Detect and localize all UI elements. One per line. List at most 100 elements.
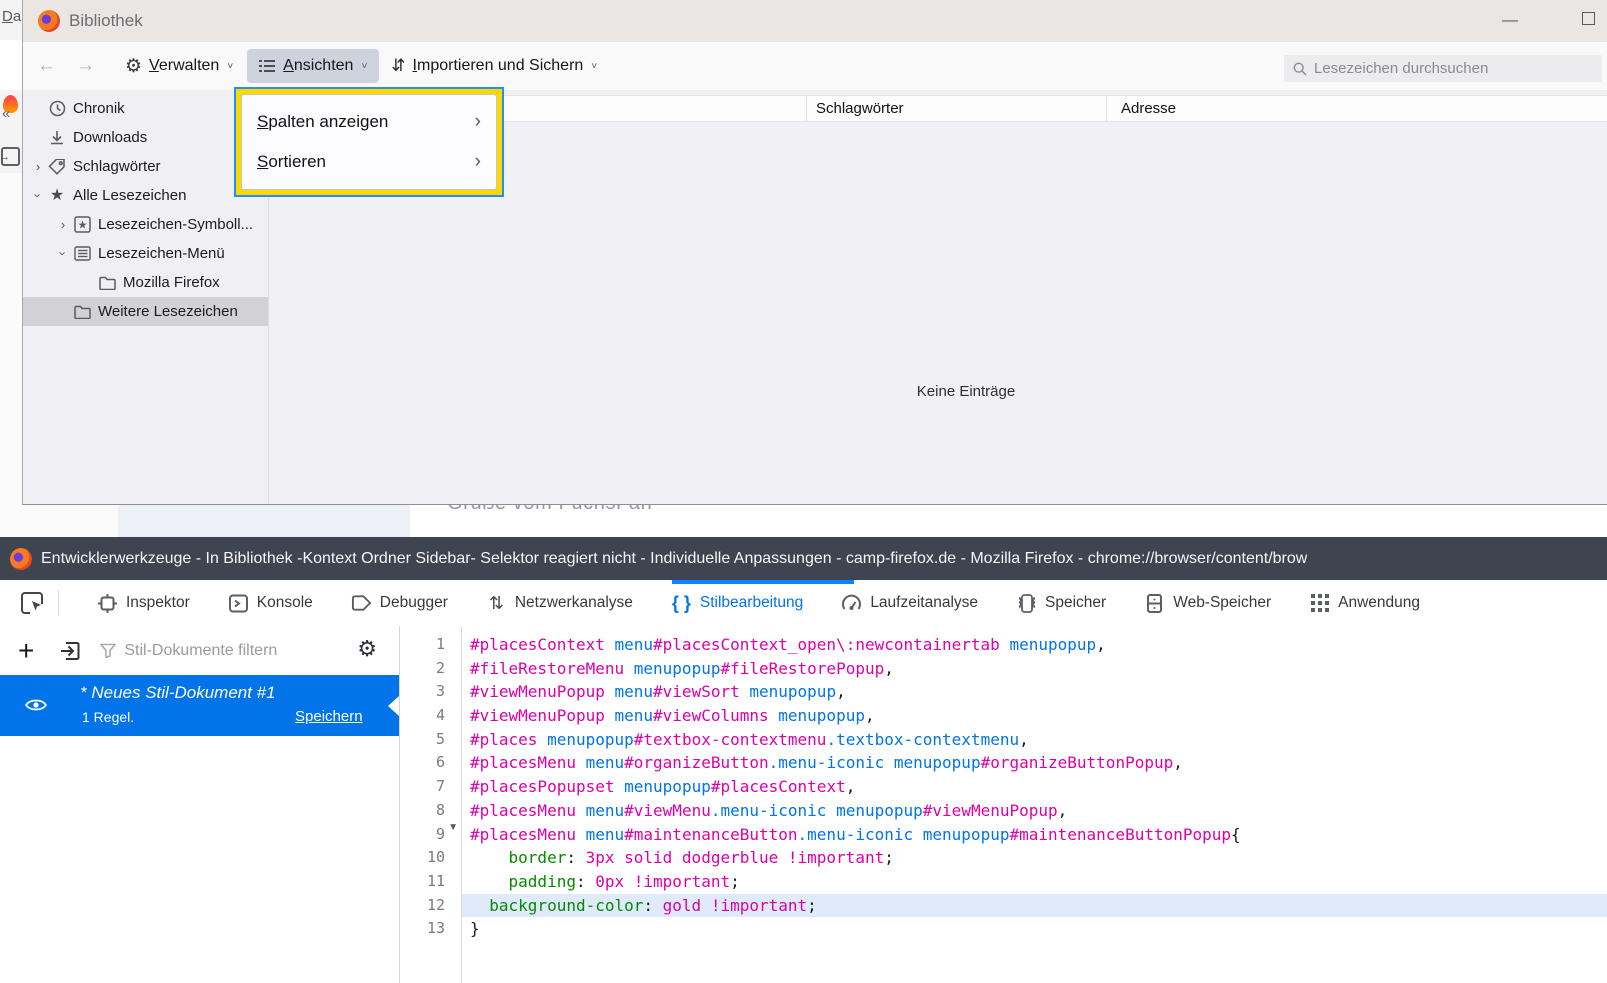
sidebar-collapse-icon[interactable]: «: [2, 105, 10, 122]
search-input[interactable]: Lesezeichen durchsuchen: [1284, 55, 1602, 82]
column-header-tags[interactable]: Schlagwörter: [816, 100, 904, 117]
devtools-titlebar[interactable]: Entwicklerwerkzeuge - In Bibliothek -Kon…: [0, 537, 1607, 580]
code-line-9[interactable]: #placesMenu menu#maintenanceButton.menu-…: [462, 823, 1607, 847]
code-line-4[interactable]: #viewMenuPopup menu#viewColumns menupopu…: [462, 704, 1607, 728]
views-button[interactable]: Ansichten ˅: [247, 49, 379, 83]
style-editor-toolbar: + Stil-Dokumente filtern ⚙: [0, 626, 399, 675]
column-divider[interactable]: [806, 96, 807, 121]
code-token: [576, 753, 586, 772]
code-line-10[interactable]: border: 3px solid dodgerblue !important;: [462, 846, 1607, 870]
line-number[interactable]: 7: [400, 775, 461, 799]
line-number[interactable]: 6: [400, 751, 461, 775]
tab-netzwerkanalyse[interactable]: ⇅Netzwerkanalyse: [486, 593, 633, 614]
code-line-12[interactable]: background-color: gold !important;: [462, 894, 1607, 918]
background-browser-strip: Da « →: [0, 0, 22, 505]
code-line-8[interactable]: #placesMenu menu#viewMenu.menu-iconic me…: [462, 799, 1607, 823]
sidebar-item-chronik[interactable]: Chronik: [23, 94, 268, 123]
code-line-1[interactable]: #placesContext menu#placesContext_open\:…: [462, 633, 1607, 657]
code-token: padding: [509, 872, 576, 891]
tab-label: Anwendung: [1338, 594, 1420, 612]
sidebar-item-schlagw-rter[interactable]: ›Schlagwörter: [23, 152, 268, 181]
sidebar-item-weitere-lesezeichen[interactable]: Weitere Lesezeichen: [23, 297, 268, 326]
line-number[interactable]: 8: [400, 799, 461, 823]
sidebar-item-mozilla-firefox[interactable]: Mozilla Firefox: [23, 268, 268, 297]
style-editor-panel: + Stil-Dokumente filtern ⚙ * Neues Stil-…: [0, 626, 1607, 983]
sidebar-item-label: Downloads: [73, 129, 147, 146]
code-token: :: [643, 896, 662, 915]
tab-label: Konsole: [257, 594, 313, 612]
visibility-eye-icon[interactable]: [24, 695, 48, 715]
tab-laufzeitanalyse[interactable]: Laufzeitanalyse: [841, 593, 978, 614]
tree-expander-icon[interactable]: ›: [56, 245, 71, 263]
background-band: [0, 505, 118, 537]
line-number[interactable]: 11: [400, 870, 461, 894]
tab-konsole[interactable]: Konsole: [228, 593, 313, 614]
code-token: #fileRestorePopup: [720, 659, 884, 678]
import-stylesheet-button[interactable]: [58, 639, 82, 663]
style-editor-options-icon[interactable]: ⚙: [357, 638, 377, 660]
line-number[interactable]: 1: [400, 633, 461, 657]
line-number[interactable]: 3: [400, 680, 461, 704]
code-token: menu: [615, 635, 654, 654]
import-window-icon[interactable]: →: [1, 147, 20, 166]
sidebar-item-label: Alle Lesezeichen: [73, 187, 186, 204]
line-number[interactable]: 12: [400, 894, 461, 918]
menu-item-sortieren[interactable]: Sortieren›: [242, 142, 496, 182]
line-number[interactable]: 5: [400, 728, 461, 752]
tab-debugger[interactable]: Debugger: [351, 593, 448, 614]
tree-expander-icon[interactable]: ›: [31, 187, 46, 205]
tree-expander-icon[interactable]: ›: [54, 217, 72, 232]
css-code-editor[interactable]: #placesContext menu#placesContext_open\:…: [462, 626, 1607, 983]
code-token: ,: [1019, 730, 1029, 749]
code-token: #placesContext: [711, 777, 846, 796]
sidebar-item-lesezeichen-symboll-[interactable]: ›★Lesezeichen-Symboll...: [23, 210, 268, 239]
column-divider[interactable]: [1106, 96, 1107, 121]
code-fold-arrow-icon[interactable]: ▼: [448, 822, 458, 833]
code-token: background-color: [489, 896, 643, 915]
sidebar-item-alle-lesezeichen[interactable]: ›★Alle Lesezeichen: [23, 181, 268, 210]
code-line-11[interactable]: padding: 0px !important;: [462, 870, 1607, 894]
search-placeholder: Lesezeichen durchsuchen: [1314, 60, 1488, 77]
stylesheet-list-item-selected[interactable]: * Neues Stil-Dokument #1 1 Regel. Speich…: [0, 675, 399, 736]
background-menu-fragment[interactable]: Da: [2, 8, 21, 25]
back-button[interactable]: ←: [37, 55, 56, 77]
tab-label: Speicher: [1045, 594, 1106, 612]
menu-item-spalten-anzeigen[interactable]: Spalten anzeigen›: [242, 102, 496, 142]
forward-button[interactable]: →: [76, 55, 95, 77]
code-line-3[interactable]: #viewMenuPopup menu#viewSort menupopup,: [462, 680, 1607, 704]
code-line-13[interactable]: }: [462, 917, 1607, 941]
tab-web-speicher[interactable]: Web-Speicher: [1144, 593, 1271, 614]
tab-anwendung[interactable]: Anwendung: [1309, 593, 1420, 614]
manage-button[interactable]: ⚙ Verwalten ˅: [125, 57, 233, 76]
save-link[interactable]: Speichern: [295, 708, 363, 725]
code-token: menupopup: [778, 706, 865, 725]
code-token: #places: [470, 730, 537, 749]
sidebar-item-downloads[interactable]: Downloads: [23, 123, 268, 152]
tab-inspektor[interactable]: Inspektor: [97, 593, 190, 614]
code-line-7[interactable]: #placesPopupset menupopup#placesContext,: [462, 775, 1607, 799]
tab-stilbearbeitung[interactable]: { }Stilbearbeitung: [671, 593, 803, 614]
line-number[interactable]: 13: [400, 917, 461, 941]
line-number[interactable]: 2: [400, 657, 461, 681]
import-backup-button[interactable]: ⇵ Importieren und Sichern ˅: [391, 56, 597, 76]
maximize-button[interactable]: [1573, 8, 1603, 34]
filter-stylesheets-input[interactable]: Stil-Dokumente filtern: [100, 642, 277, 660]
tab-label: Web-Speicher: [1173, 594, 1271, 612]
tree-expander-icon[interactable]: ›: [29, 159, 47, 174]
new-stylesheet-button[interactable]: +: [18, 637, 34, 665]
sidebar-item-lesezeichen-men-[interactable]: ›Lesezeichen-Menü: [23, 239, 268, 268]
column-header-address[interactable]: Adresse: [1121, 100, 1176, 117]
tab-speicher[interactable]: Speicher: [1016, 593, 1106, 614]
line-number[interactable]: 10: [400, 846, 461, 870]
library-titlebar[interactable]: Bibliothek —: [23, 0, 1607, 42]
sidebar-item-label: Weitere Lesezeichen: [98, 303, 238, 320]
line-number[interactable]: 4: [400, 704, 461, 728]
sidebar-item-label: Lesezeichen-Symboll...: [98, 216, 253, 233]
code-line-6[interactable]: #placesMenu menu#organizeButton.menu-ico…: [462, 751, 1607, 775]
code-line-5[interactable]: #places menupopup#textbox-contextmenu.te…: [462, 728, 1607, 752]
code-token: menupopup: [634, 659, 721, 678]
minimize-button[interactable]: —: [1495, 8, 1525, 34]
background-tab-fragment[interactable]: [0, 40, 22, 90]
element-picker-button[interactable]: [16, 588, 50, 618]
code-line-2[interactable]: #fileRestoreMenu menupopup#fileRestorePo…: [462, 657, 1607, 681]
